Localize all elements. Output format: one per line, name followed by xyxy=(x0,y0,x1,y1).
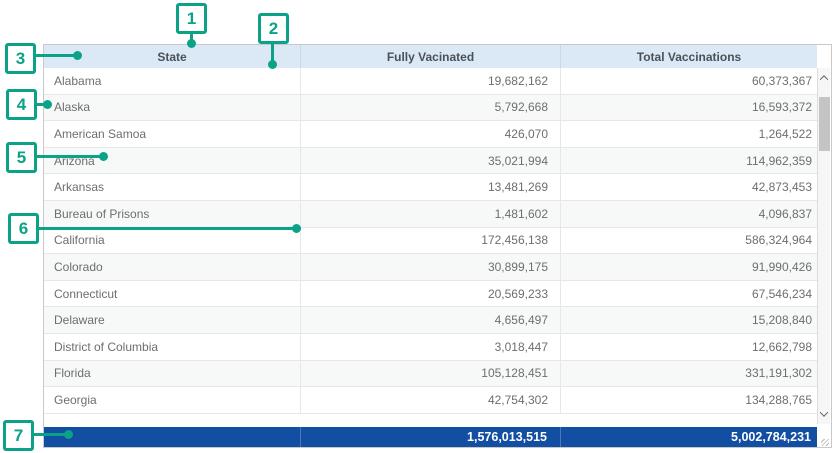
table-row[interactable]: American Samoa 426,070 1,264,522 xyxy=(44,121,817,148)
fully-vaccinated-cell: 42,754,302 xyxy=(300,387,560,413)
total-vaccinations-cell: 42,873,453 xyxy=(560,174,817,200)
total-vaccinations-cell: 114,962,359 xyxy=(560,148,817,174)
total-vaccinations-cell: 67,546,234 xyxy=(560,281,817,307)
fully-vaccinated-cell: 20,569,233 xyxy=(300,281,560,307)
callout-5: 5 xyxy=(6,142,37,173)
footer-total-vaccinations-total: 5,002,784,231 xyxy=(560,427,817,447)
fully-vaccinated-cell: 1,481,602 xyxy=(300,201,560,227)
total-vaccinations-cell: 60,373,367 xyxy=(560,68,817,94)
fully-vaccinated-cell: 3,018,447 xyxy=(300,334,560,360)
chevron-down-icon xyxy=(820,408,828,416)
chevron-up-icon xyxy=(820,75,828,83)
callout-4-dot xyxy=(43,100,52,109)
total-vaccinations-cell: 331,191,302 xyxy=(560,361,817,387)
state-cell: Arkansas xyxy=(44,174,300,200)
table-row[interactable]: Bureau of Prisons 1,481,602 4,096,837 xyxy=(44,201,817,228)
table-row[interactable]: Connecticut 20,569,233 67,546,234 xyxy=(44,281,817,308)
table-row[interactable]: California 172,456,138 586,324,964 xyxy=(44,228,817,255)
vertical-scrollbar[interactable] xyxy=(817,68,830,424)
callout-7: 7 xyxy=(3,420,34,451)
total-vaccinations-cell: 15,208,840 xyxy=(560,307,817,333)
table-row[interactable]: Alaska 5,792,668 16,593,372 xyxy=(44,95,817,122)
state-cell: Florida xyxy=(44,361,300,387)
total-vaccinations-cell: 1,264,522 xyxy=(560,121,817,147)
state-cell: American Samoa xyxy=(44,121,300,147)
table-row[interactable]: Arizona 35,021,994 114,962,359 xyxy=(44,148,817,175)
attribute-table-widget: State Fully Vacinated Total Vaccinations… xyxy=(43,44,832,448)
state-cell: Delaware xyxy=(44,307,300,333)
callout-3: 3 xyxy=(5,43,36,74)
fully-vaccinated-cell: 35,021,994 xyxy=(300,148,560,174)
callout-6-dot xyxy=(292,224,301,233)
callout-5-dot xyxy=(99,152,108,161)
footer-state-cell xyxy=(44,427,300,447)
callout-7-dot xyxy=(64,430,73,439)
table-body: Alabama 19,682,162 60,373,367 Alaska 5,7… xyxy=(44,68,817,424)
state-cell: Connecticut xyxy=(44,281,300,307)
total-vaccinations-cell: 586,324,964 xyxy=(560,228,817,254)
state-cell: Arizona xyxy=(44,148,300,174)
table-row[interactable]: Alabama 19,682,162 60,373,367 xyxy=(44,68,817,95)
total-vaccinations-cell: 91,990,426 xyxy=(560,254,817,280)
total-vaccinations-cell: 4,096,837 xyxy=(560,201,817,227)
scrollbar-thumb[interactable] xyxy=(819,97,830,151)
state-cell: Alabama xyxy=(44,68,300,94)
footer-fully-vaccinated-total: 1,576,013,515 xyxy=(300,427,560,447)
scroll-up-button[interactable] xyxy=(818,70,830,86)
total-vaccinations-cell: 134,288,765 xyxy=(560,387,817,413)
resize-grip-icon[interactable] xyxy=(821,439,829,446)
fully-vaccinated-cell: 105,128,451 xyxy=(300,361,560,387)
fully-vaccinated-cell: 19,682,162 xyxy=(300,68,560,94)
callout-6-connector xyxy=(38,227,296,230)
state-cell: Georgia xyxy=(44,387,300,413)
callout-3-dot xyxy=(73,51,82,60)
callout-3-connector xyxy=(35,54,77,57)
state-cell: Alaska xyxy=(44,95,300,121)
callout-6: 6 xyxy=(8,213,39,244)
state-cell: Bureau of Prisons xyxy=(44,201,300,227)
callout-5-connector xyxy=(36,155,103,158)
state-cell: Colorado xyxy=(44,254,300,280)
table-row[interactable]: Georgia 42,754,302 134,288,765 xyxy=(44,387,817,414)
callout-1-dot xyxy=(187,39,196,48)
table-row[interactable]: Florida 105,128,451 331,191,302 xyxy=(44,361,817,388)
fully-vaccinated-cell: 5,792,668 xyxy=(300,95,560,121)
callout-2-dot xyxy=(268,60,277,69)
totals-footer-row: 1,576,013,515 5,002,784,231 xyxy=(44,427,817,447)
table-header-row: State Fully Vacinated Total Vaccinations xyxy=(44,45,817,69)
screenshot-canvas: State Fully Vacinated Total Vaccinations… xyxy=(0,0,833,453)
fully-vaccinated-cell: 13,481,269 xyxy=(300,174,560,200)
fully-vaccinated-cell: 4,656,497 xyxy=(300,307,560,333)
table-row[interactable]: Delaware 4,656,497 15,208,840 xyxy=(44,307,817,334)
scroll-down-button[interactable] xyxy=(818,406,830,422)
state-cell: California xyxy=(44,228,300,254)
state-cell: District of Columbia xyxy=(44,334,300,360)
fully-vaccinated-cell: 172,456,138 xyxy=(300,228,560,254)
callout-2: 2 xyxy=(258,13,289,44)
total-vaccinations-cell: 12,662,798 xyxy=(560,334,817,360)
fully-vaccinated-cell: 30,899,175 xyxy=(300,254,560,280)
fully-vaccinated-cell: 426,070 xyxy=(300,121,560,147)
callout-4: 4 xyxy=(6,89,37,120)
table-row[interactable]: Colorado 30,899,175 91,990,426 xyxy=(44,254,817,281)
column-header-fully-vaccinated[interactable]: Fully Vacinated xyxy=(300,45,560,68)
total-vaccinations-cell: 16,593,372 xyxy=(560,95,817,121)
callout-1: 1 xyxy=(176,3,207,34)
callout-7-connector xyxy=(33,433,68,436)
column-header-total-vaccinations[interactable]: Total Vaccinations xyxy=(560,45,817,68)
table-row[interactable]: Arkansas 13,481,269 42,873,453 xyxy=(44,174,817,201)
table-row[interactable]: District of Columbia 3,018,447 12,662,79… xyxy=(44,334,817,361)
column-header-state[interactable]: State xyxy=(44,45,300,68)
